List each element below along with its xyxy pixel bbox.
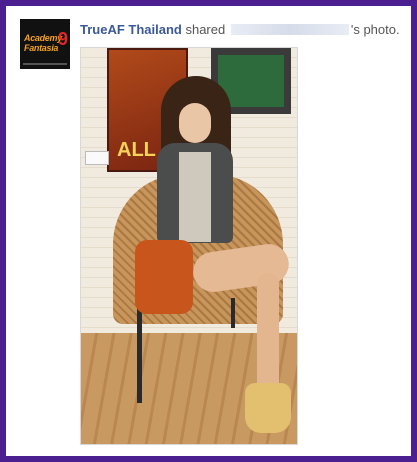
person-bag	[135, 240, 193, 314]
avatar-url-line	[23, 63, 67, 65]
person-face	[179, 103, 211, 143]
person-top	[179, 152, 211, 242]
photo-suffix-text[interactable]: 's photo.	[351, 22, 400, 37]
shared-photo[interactable]: ALL	[80, 47, 298, 445]
chair-leg	[231, 298, 235, 328]
photo-outlet	[85, 151, 109, 165]
shared-text: shared	[185, 22, 226, 37]
page-name-link[interactable]: TrueAF Thailand	[80, 22, 182, 37]
poster-text: ALL	[117, 139, 156, 161]
chair-leg	[137, 298, 142, 403]
redacted-user-name[interactable]	[230, 24, 349, 35]
page-avatar[interactable]: Academy Fantasia 9	[20, 19, 70, 69]
person-shoe	[245, 383, 291, 433]
avatar-logo-number: 9	[57, 29, 68, 49]
post-header: TrueAF Thailand shared 's photo.	[80, 22, 400, 37]
